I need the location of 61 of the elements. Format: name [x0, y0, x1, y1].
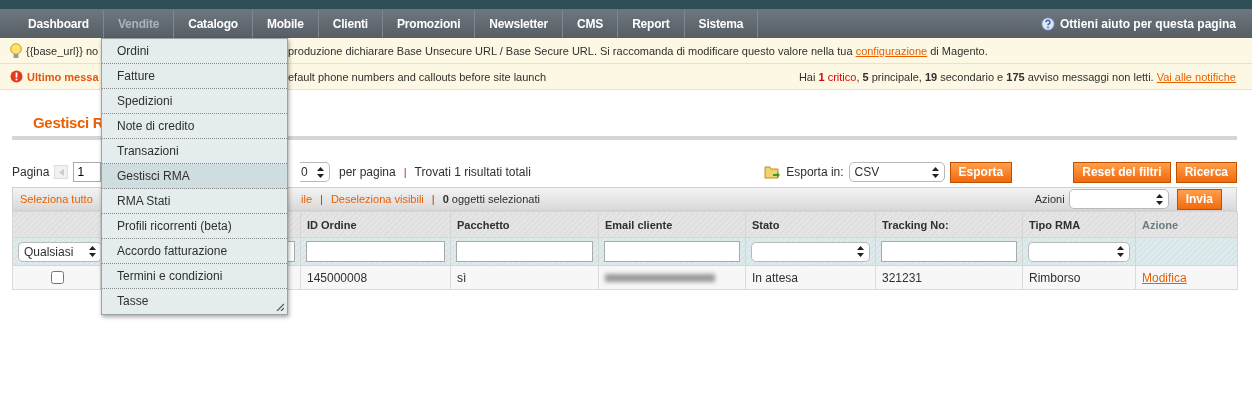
- notice-text: {{base_url}} no: [26, 44, 99, 57]
- menu-item[interactable]: Note di credito: [102, 114, 287, 139]
- notice-text: produzione dichiarare Base Unsecure URL / Base Secure URL. Si raccomanda di modificare questo valore nella tua configurazione di Magento.: [288, 44, 988, 57]
- resize-grip-icon: [276, 303, 284, 311]
- dropdown[interactable]: [1068, 189, 1169, 209]
- column-header[interactable]: Stato: [752, 218, 780, 231]
- pager-label: Pagina: [12, 165, 50, 179]
- column-header[interactable]: Azione: [1142, 218, 1179, 231]
- filter-field[interactable]: [456, 241, 593, 262]
- select-visible-link[interactable]: ile: [301, 193, 312, 205]
- menu-item[interactable]: Gestisci RMA: [102, 164, 287, 189]
- menu-item[interactable]: Spedizioni: [102, 89, 287, 114]
- menu-item[interactable]: RMA Stati: [102, 189, 287, 214]
- filter-field[interactable]: [604, 241, 740, 262]
- error-icon: [10, 70, 23, 83]
- per-page-label: per pagina: [339, 165, 396, 179]
- export-label: Esporta in:: [786, 165, 844, 179]
- table-cell: 145000008: [307, 270, 368, 285]
- notifications-link[interactable]: Vai alle notifiche: [1156, 70, 1236, 83]
- select-arrows-icon: [857, 246, 864, 257]
- dropdown[interactable]: [751, 241, 870, 262]
- table-cell: sì: [457, 270, 467, 285]
- filter-field[interactable]: [306, 241, 445, 262]
- column-header[interactable]: Pacchetto: [457, 218, 510, 231]
- menu-item[interactable]: Fatture: [102, 64, 287, 89]
- table-cell: Rimborso: [1029, 270, 1081, 285]
- select-arrows-icon: [931, 166, 939, 178]
- select-arrows-icon: [1117, 246, 1124, 257]
- notifications-summary: Hai 1 critico, 5 principale, 19 secondario e 175 avviso messaggi non letti. Vai alle notifiche: [798, 70, 1236, 83]
- separator-text: |: [320, 193, 323, 205]
- row-checkbox[interactable]: [50, 271, 64, 284]
- deselect-visible-link[interactable]: Deseleziona visibili: [330, 193, 424, 205]
- dropdown[interactable]: 0: [300, 162, 330, 182]
- column-header[interactable]: ID Ordine: [307, 218, 357, 231]
- dropdown[interactable]: CSV: [848, 162, 945, 182]
- left-arrow-icon: [58, 168, 64, 176]
- notice-text: Ultimo messa: [27, 70, 99, 83]
- notice-text: efault phone numbers and callouts before site launch: [288, 70, 547, 83]
- actions-label: Azioni: [1034, 193, 1065, 205]
- page-field[interactable]: 1: [73, 162, 102, 182]
- filter-field[interactable]: [881, 241, 1017, 262]
- table-cell: 321231: [882, 270, 923, 285]
- menu-item[interactable]: Tasse: [102, 289, 287, 314]
- separator-text: |: [431, 193, 435, 205]
- lightbulb-icon: [10, 42, 22, 59]
- select-arrows-icon: [1155, 193, 1163, 205]
- help-link[interactable]: Ottieni aiuto per questa pagina: [1040, 10, 1236, 38]
- results-count: Trovati 1 risultati totali: [414, 165, 531, 179]
- select-all-link[interactable]: Seleziona tutto: [20, 193, 93, 205]
- separator-text: |: [403, 166, 407, 178]
- dropdown[interactable]: [1028, 241, 1130, 262]
- menu-item[interactable]: Ordini: [102, 39, 287, 64]
- previous-page-button[interactable]: [54, 165, 69, 179]
- dropdown[interactable]: Qualsiasi: [18, 241, 102, 262]
- folder-export-icon: [764, 164, 782, 180]
- select-arrows-icon: [317, 166, 324, 178]
- help-icon: [1040, 17, 1055, 31]
- selected-count: 0 oggetti selezionati: [442, 193, 540, 205]
- configuration-link[interactable]: configurazione: [855, 44, 928, 57]
- select-arrows-icon: [89, 246, 96, 257]
- table-cell: In attesa: [752, 270, 799, 285]
